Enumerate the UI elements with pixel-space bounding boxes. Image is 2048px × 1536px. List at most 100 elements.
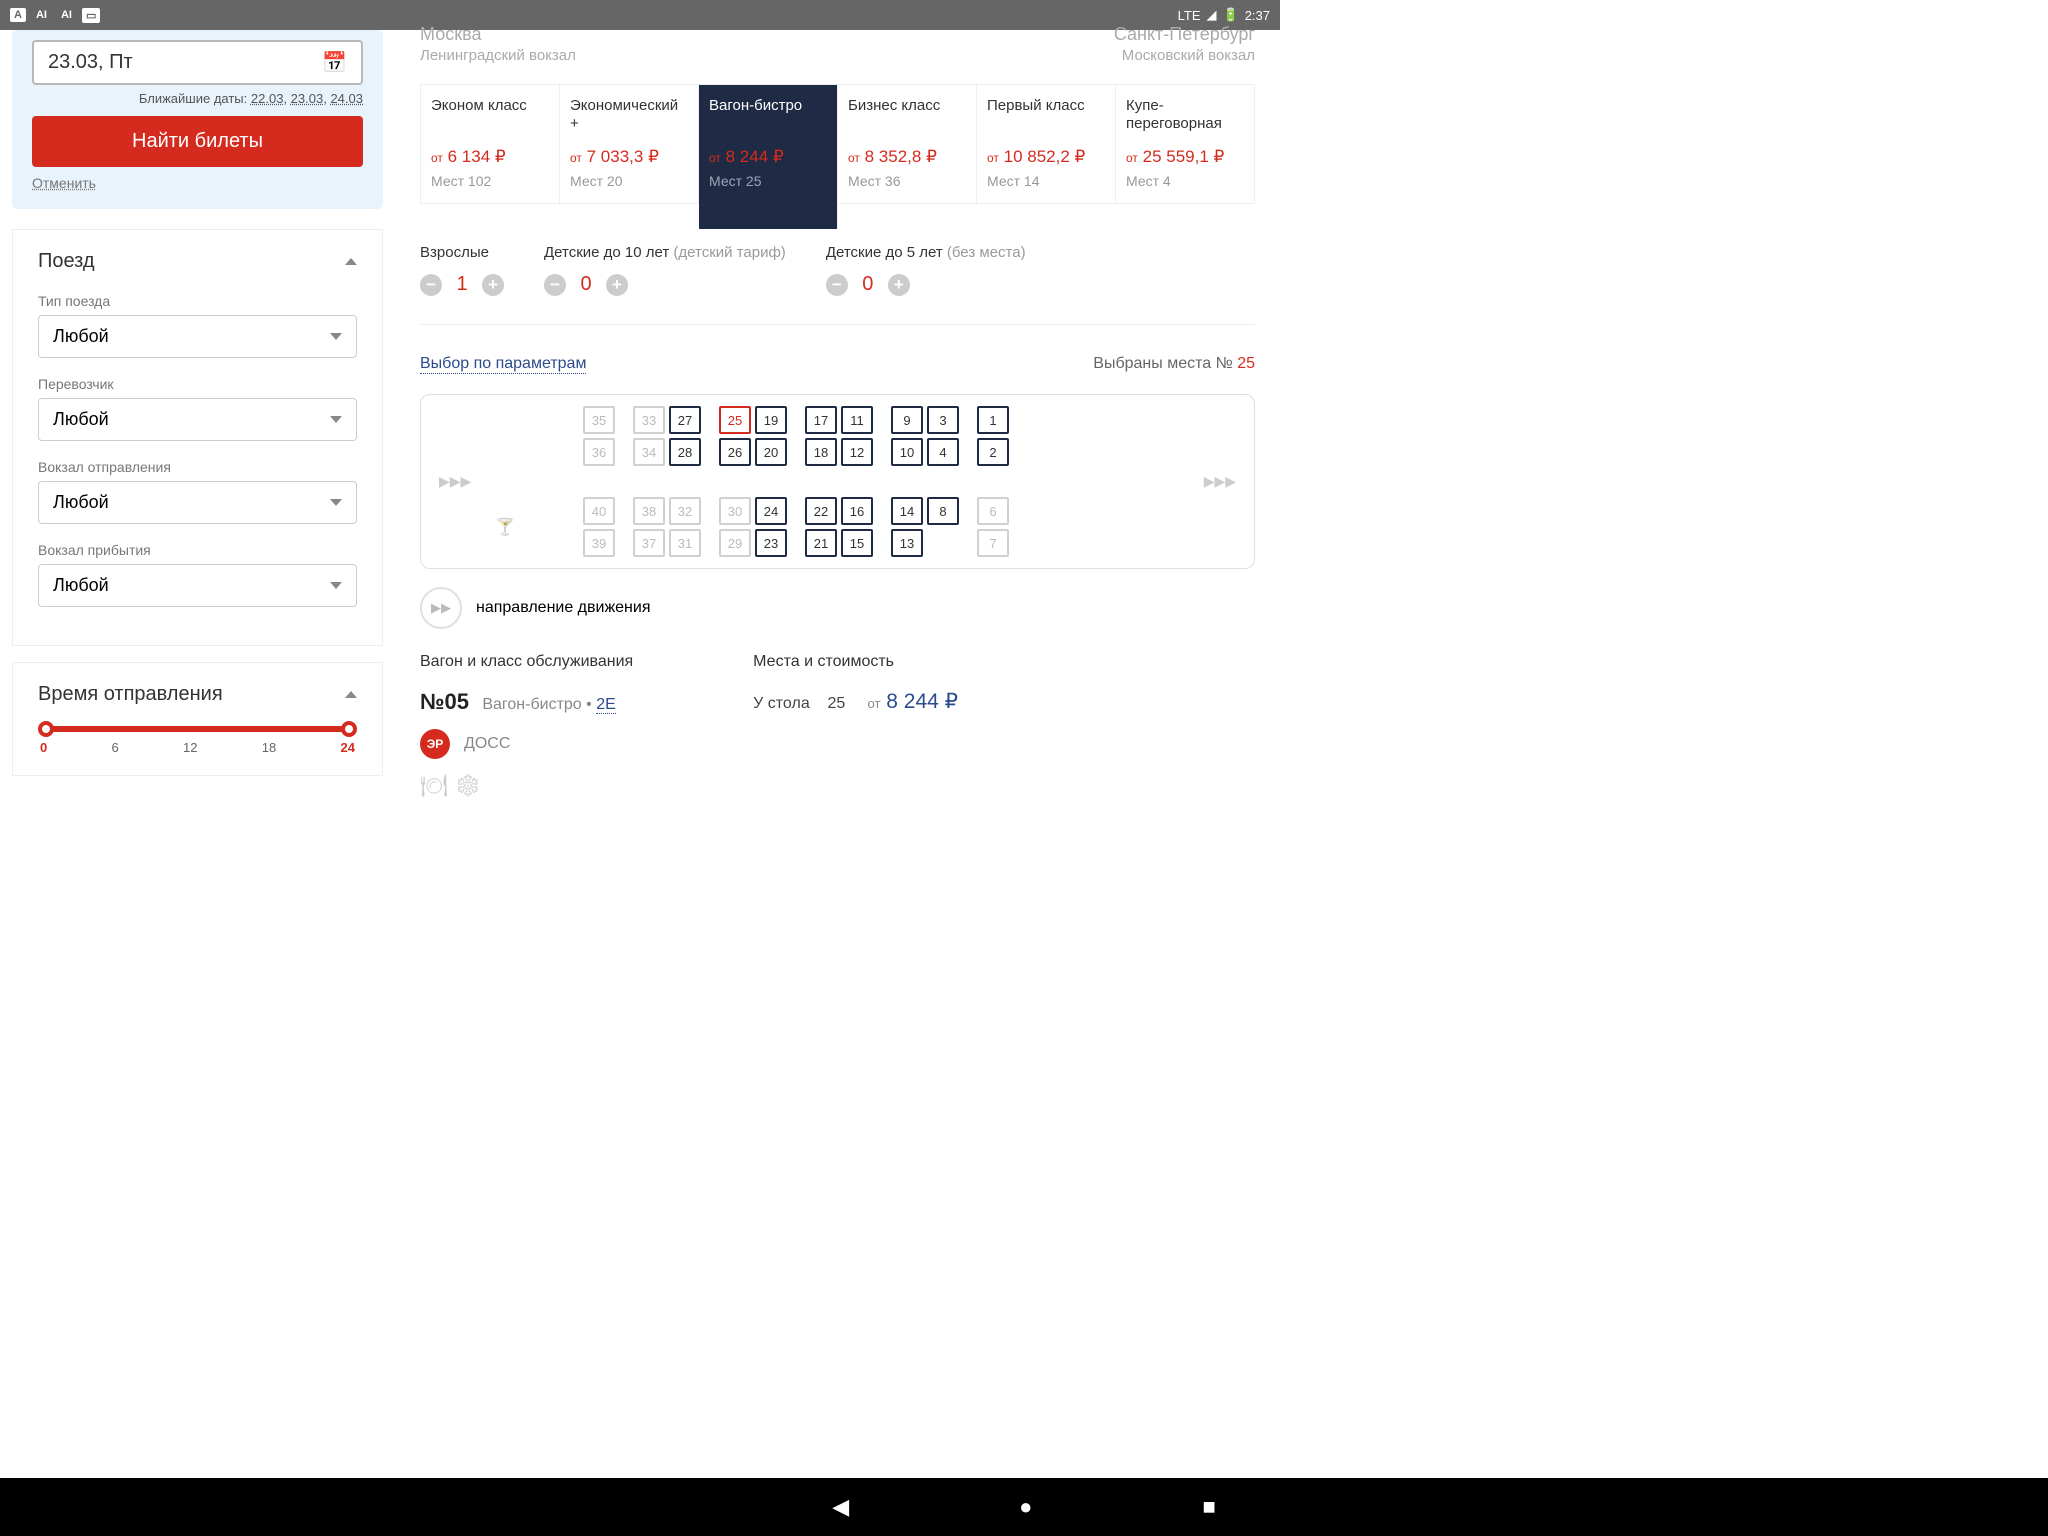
seat-21[interactable]: 21 xyxy=(805,529,837,557)
plus-button[interactable]: + xyxy=(482,274,504,296)
seat-4[interactable]: 4 xyxy=(927,438,959,466)
class-tabs: Эконом классот 6 134 ₽Мест 102Экономичес… xyxy=(420,84,1255,204)
dep-station-select[interactable]: Любой xyxy=(38,481,357,524)
spacer xyxy=(435,405,575,467)
seat-8[interactable]: 8 xyxy=(927,497,959,525)
carrier-select[interactable]: Любой xyxy=(38,398,357,441)
minus-button[interactable]: − xyxy=(826,274,848,296)
app-icon: ▭ xyxy=(82,8,100,23)
date-link[interactable]: 23.03 xyxy=(291,91,324,106)
direction-arrows-icon: ▶▶▶ xyxy=(1192,469,1248,494)
slider-handle-high[interactable] xyxy=(341,721,357,737)
seat-9[interactable]: 9 xyxy=(891,406,923,434)
class-tab[interactable]: Экономический +от 7 033,3 ₽Мест 20 xyxy=(560,85,699,203)
seat-1[interactable]: 1 xyxy=(977,406,1009,434)
seat-35: 35 xyxy=(583,406,615,434)
app-icon-ai: AI xyxy=(32,8,51,22)
from-city: Москва xyxy=(420,24,576,45)
train-type-select[interactable]: Любой xyxy=(38,315,357,358)
seat-26[interactable]: 26 xyxy=(719,438,751,466)
direction-icon: ▶▶ xyxy=(420,587,462,629)
app-icon-a: A xyxy=(10,8,26,22)
seat-3[interactable]: 3 xyxy=(927,406,959,434)
er-badge: ЭР xyxy=(420,729,450,759)
seat-17[interactable]: 17 xyxy=(805,406,837,434)
child5-stepper[interactable]: − 0 + xyxy=(826,273,1026,296)
minus-button[interactable]: − xyxy=(420,274,442,296)
minus-button[interactable]: − xyxy=(544,274,566,296)
chevron-down-icon xyxy=(330,416,342,423)
seat-20[interactable]: 20 xyxy=(755,438,787,466)
nearest-dates: Ближайшие даты: 22.03, 23.03, 24.03 xyxy=(32,91,363,106)
seat-34: 34 xyxy=(633,438,665,466)
seat-map: 35363327342825192620171118129310412 ▶▶▶▶… xyxy=(420,394,1255,569)
search-button[interactable]: Найти билеты xyxy=(32,116,363,167)
time-slider[interactable] xyxy=(44,726,351,732)
chevron-up-icon xyxy=(345,258,357,265)
class-tab[interactable]: Купе-переговорнаяот 25 559,1 ₽Мест 4 xyxy=(1116,85,1254,203)
plus-button[interactable]: + xyxy=(888,274,910,296)
seat-12[interactable]: 12 xyxy=(841,438,873,466)
seat-13[interactable]: 13 xyxy=(891,529,923,557)
seat-22[interactable]: 22 xyxy=(805,497,837,525)
child10-stepper[interactable]: − 0 + xyxy=(544,273,786,296)
clock: 2:37 xyxy=(1245,8,1270,23)
to-city: Санкт-Петербург xyxy=(1114,24,1255,45)
seat-15[interactable]: 15 xyxy=(841,529,873,557)
seat-24[interactable]: 24 xyxy=(755,497,787,525)
main-content: Москва Ленинградский вокзал Санкт-Петерб… xyxy=(395,30,1280,890)
seat-11[interactable]: 11 xyxy=(841,406,873,434)
seat-10[interactable]: 10 xyxy=(891,438,923,466)
slider-handle-low[interactable] xyxy=(38,721,54,737)
date-link[interactable]: 22.03 xyxy=(251,91,284,106)
android-nav-bar: ◀ ● ■ xyxy=(0,1478,2048,1536)
seat-2[interactable]: 2 xyxy=(977,438,1009,466)
seat-27[interactable]: 27 xyxy=(669,406,701,434)
seat-37: 37 xyxy=(633,529,665,557)
chevron-up-icon xyxy=(345,691,357,698)
seat-7: 7 xyxy=(977,529,1009,557)
cancel-link[interactable]: Отменить xyxy=(32,175,96,191)
signal-icon: ◢ xyxy=(1207,7,1217,23)
seat-32: 32 xyxy=(669,497,701,525)
seat-19[interactable]: 19 xyxy=(755,406,787,434)
class-code-link[interactable]: 2Е xyxy=(596,696,616,714)
adult-stepper[interactable]: − 1 + xyxy=(420,273,504,296)
seat-36: 36 xyxy=(583,438,615,466)
to-station: Московский вокзал xyxy=(1114,47,1255,64)
class-tab[interactable]: Первый классот 10 852,2 ₽Мест 14 xyxy=(977,85,1116,203)
seat-30: 30 xyxy=(719,497,751,525)
seat-14[interactable]: 14 xyxy=(891,497,923,525)
seat-33: 33 xyxy=(633,406,665,434)
back-button[interactable]: ◀ xyxy=(832,1494,849,1520)
chevron-down-icon xyxy=(330,499,342,506)
date-input[interactable]: 23.03, Пт 📅 xyxy=(32,40,363,85)
chevron-down-icon xyxy=(330,333,342,340)
filter-train-toggle[interactable]: Поезд xyxy=(38,250,357,273)
filter-time-toggle[interactable]: Время отправления xyxy=(38,683,357,706)
class-tab[interactable]: Бизнес классот 8 352,8 ₽Мест 36 xyxy=(838,85,977,203)
filters-sidebar: 23.03, Пт 📅 Ближайшие даты: 22.03, 23.03… xyxy=(0,30,395,890)
chevron-down-icon xyxy=(330,582,342,589)
recent-button[interactable]: ■ xyxy=(1202,1494,1215,1520)
seat-25[interactable]: 25 xyxy=(719,406,751,434)
class-tab[interactable]: Эконом классот 6 134 ₽Мест 102 xyxy=(421,85,560,203)
class-tab[interactable]: Вагон-бистроот 8 244 ₽Мест 25 xyxy=(699,85,838,229)
arr-station-select[interactable]: Любой xyxy=(38,564,357,607)
seat-29: 29 xyxy=(719,529,751,557)
battery-icon: 🔋 xyxy=(1223,7,1239,23)
seat-23[interactable]: 23 xyxy=(755,529,787,557)
seat-16[interactable]: 16 xyxy=(841,497,873,525)
plus-button[interactable]: + xyxy=(606,274,628,296)
lte-indicator: LTE xyxy=(1178,8,1201,23)
seat-31: 31 xyxy=(669,529,701,557)
seat-40: 40 xyxy=(583,497,615,525)
seat-39: 39 xyxy=(583,529,615,557)
date-link[interactable]: 24.03 xyxy=(330,91,363,106)
bistro-icon: 🍸 xyxy=(435,496,575,558)
params-link[interactable]: Выбор по параметрам xyxy=(420,355,586,374)
seat-28[interactable]: 28 xyxy=(669,438,701,466)
seat-18[interactable]: 18 xyxy=(805,438,837,466)
from-station: Ленинградский вокзал xyxy=(420,47,576,64)
home-button[interactable]: ● xyxy=(1019,1494,1032,1520)
